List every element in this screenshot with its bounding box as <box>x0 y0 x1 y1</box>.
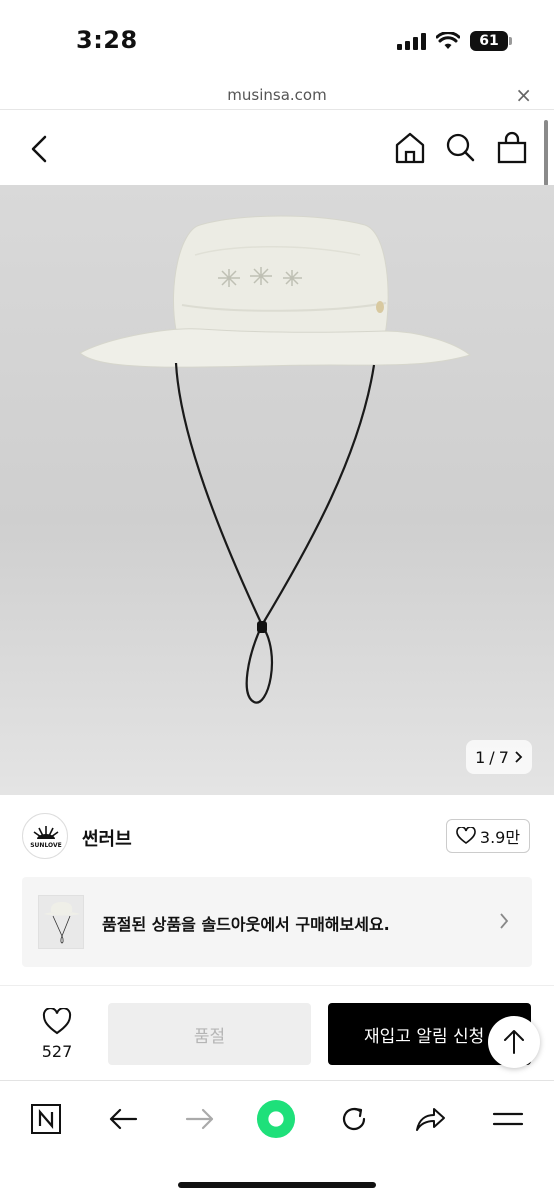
signal-icon <box>397 32 426 50</box>
brand-row: SUNLOVE 썬러브 3.9만 <box>0 795 554 875</box>
shopping-bag-icon[interactable] <box>496 131 528 165</box>
arrow-up-icon <box>504 1030 524 1054</box>
back-icon[interactable] <box>103 1099 143 1139</box>
brand-like-count: 3.9만 <box>479 828 521 847</box>
pager-total: 7 <box>498 747 509 767</box>
share-icon[interactable] <box>410 1099 450 1139</box>
back-arrow-icon[interactable] <box>26 133 54 165</box>
image-pager[interactable]: 1 / 7 <box>466 740 532 774</box>
brand-name[interactable]: 썬러브 <box>82 825 132 851</box>
url-text[interactable]: musinsa.com <box>0 86 554 104</box>
soldout-button[interactable]: 품절 <box>108 1003 311 1065</box>
status-bar: 3:28 61 <box>0 0 554 78</box>
heart-icon <box>42 1007 72 1035</box>
bucket-hat-image <box>79 215 472 704</box>
sunlove-logo-icon: SUNLOVE <box>30 826 62 849</box>
soldout-thumbnail <box>38 895 84 949</box>
menu-icon[interactable] <box>488 1099 528 1139</box>
close-icon[interactable]: × <box>515 83 532 107</box>
chevron-right-icon <box>500 913 509 929</box>
brand-logo[interactable]: SUNLOVE <box>22 813 68 859</box>
home-icon[interactable] <box>394 131 426 165</box>
heart-icon <box>456 827 476 844</box>
pager-current: 1 <box>475 747 486 767</box>
page-scrollbar[interactable] <box>544 120 548 186</box>
wish-button[interactable]: 527 <box>30 1007 84 1061</box>
home-indicator[interactable] <box>178 1182 376 1188</box>
search-icon[interactable] <box>444 131 476 165</box>
brand-logo-text: SUNLOVE <box>30 842 62 849</box>
green-dot-icon[interactable] <box>256 1099 296 1139</box>
wish-count: 527 <box>41 1042 73 1061</box>
soldout-banner-text: 품절된 상품을 솔드아웃에서 구매해보세요. <box>102 915 390 934</box>
naver-home-icon[interactable] <box>26 1099 66 1139</box>
product-image-gallery[interactable]: 1 / 7 <box>0 185 554 795</box>
battery-icon: 61 <box>470 31 512 51</box>
wifi-icon <box>436 32 460 49</box>
browser-url-bar[interactable]: musinsa.com × <box>0 78 554 110</box>
refresh-icon[interactable] <box>334 1099 374 1139</box>
scroll-to-top-button[interactable] <box>488 1016 540 1068</box>
forward-icon[interactable] <box>180 1099 220 1139</box>
purchase-bar: 527 품절 재입고 알림 신청 <box>0 985 554 1080</box>
status-time: 3:28 <box>76 26 138 54</box>
chevron-right-icon <box>515 751 523 763</box>
pager-separator: / <box>489 747 495 767</box>
status-icons: 61 <box>397 31 512 51</box>
app-header <box>0 111 554 185</box>
brand-like-button[interactable]: 3.9만 <box>446 819 530 853</box>
soldout-banner[interactable]: 품절된 상품을 솔드아웃에서 구매해보세요. <box>22 877 532 967</box>
